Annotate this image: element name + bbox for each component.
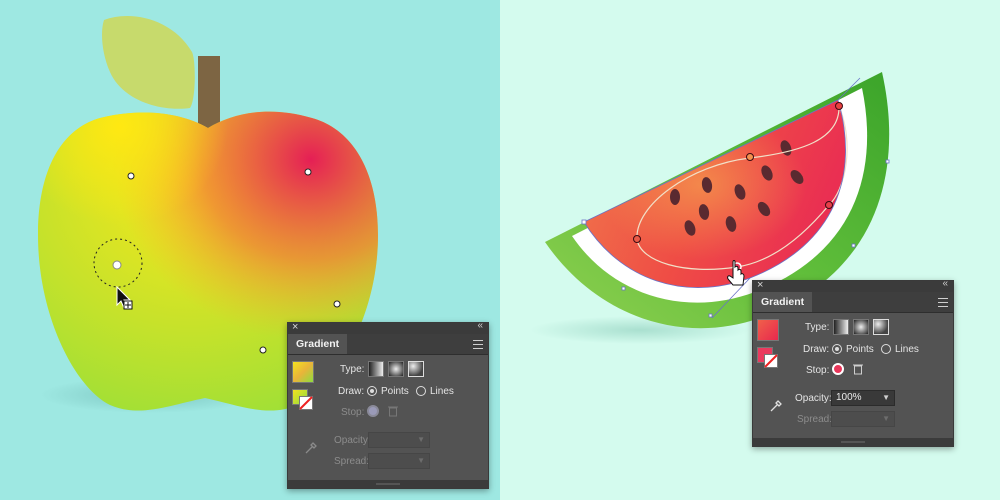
draw-points-radio[interactable]: [832, 344, 842, 354]
trash-icon[interactable]: [388, 405, 398, 417]
double-chevron-icon[interactable]: «: [477, 320, 483, 331]
draw-lines-radio[interactable]: [416, 386, 426, 396]
type-label: Type:: [340, 364, 365, 375]
chevron-down-icon: ▼: [417, 456, 425, 465]
spread-label: Spread:: [797, 414, 833, 425]
apple-stem[interactable]: [198, 56, 220, 134]
gradient-preview-swatch[interactable]: [757, 319, 779, 341]
apple-leaf[interactable]: [102, 15, 195, 109]
linear-gradient-icon[interactable]: [368, 361, 384, 377]
panel-menu-icon[interactable]: [473, 337, 483, 352]
opacity-dropdown[interactable]: ▼: [368, 432, 430, 448]
type-label: Type:: [805, 322, 830, 333]
panel-menu-icon[interactable]: [938, 295, 948, 310]
chevron-down-icon: ▼: [882, 393, 890, 402]
stop-label: Stop:: [806, 365, 830, 376]
close-icon[interactable]: ×: [292, 321, 298, 333]
draw-lines-radio[interactable]: [881, 344, 891, 354]
freeform-gradient-icon[interactable]: [408, 361, 424, 377]
opacity-dropdown[interactable]: 100% ▼: [831, 390, 895, 406]
gradient-point-selected[interactable]: [112, 260, 122, 270]
tab-gradient[interactable]: Gradient: [753, 292, 813, 312]
gradient-point[interactable]: [127, 172, 135, 180]
stop-label: Stop:: [341, 407, 365, 418]
none-stroke-icon[interactable]: [299, 396, 313, 410]
draw-points-label: Points: [381, 386, 409, 397]
gradient-point[interactable]: [825, 201, 833, 209]
gradient-panel-left: × « Gradient Type: Draw: Points Lines St…: [287, 320, 489, 489]
spread-dropdown[interactable]: ▼: [831, 411, 895, 427]
panel-topbar: × «: [753, 278, 953, 292]
draw-label: Draw:: [803, 344, 830, 355]
panel-bottombar: [288, 480, 488, 488]
spread-label: Spread:: [334, 456, 370, 467]
panel-topbar: × «: [288, 320, 488, 334]
trash-icon[interactable]: [853, 363, 863, 375]
draw-label: Draw:: [338, 386, 365, 397]
gradient-point[interactable]: [259, 346, 267, 354]
gradient-panel-right: × « Gradient Type: Draw: Points Lines St…: [752, 278, 954, 447]
panel-tab-row: Gradient: [753, 292, 953, 313]
linear-gradient-icon[interactable]: [833, 319, 849, 335]
gradient-point[interactable]: [333, 300, 341, 308]
opacity-label: Opacity:: [334, 435, 371, 446]
close-icon[interactable]: ×: [757, 279, 763, 291]
gradient-point[interactable]: [835, 102, 843, 110]
draw-points-label: Points: [846, 344, 874, 355]
chevron-down-icon: ▼: [882, 414, 890, 423]
eyedropper-icon[interactable]: [304, 441, 318, 455]
eyedropper-icon[interactable]: [769, 399, 783, 413]
gradient-point[interactable]: [746, 153, 754, 161]
double-chevron-icon[interactable]: «: [942, 278, 948, 289]
draw-lines-label: Lines: [895, 344, 919, 355]
chevron-down-icon: ▼: [417, 435, 425, 444]
panel-tab-row: Gradient: [288, 334, 488, 355]
draw-lines-label: Lines: [430, 386, 454, 397]
gradient-preview-swatch[interactable]: [292, 361, 314, 383]
gradient-point[interactable]: [304, 168, 312, 176]
stop-color-dot[interactable]: [832, 363, 844, 375]
tab-gradient[interactable]: Gradient: [288, 334, 348, 354]
freeform-gradient-icon[interactable]: [873, 319, 889, 335]
opacity-value: 100%: [836, 392, 862, 403]
stop-color-dot[interactable]: [367, 405, 379, 417]
watermelon-artwork-area: × « Gradient Type: Draw: Points Lines St…: [500, 0, 1000, 500]
apple-artwork-area: × « Gradient Type: Draw: Points Lines St…: [0, 0, 500, 500]
opacity-label: Opacity:: [795, 393, 832, 404]
draw-points-radio[interactable]: [367, 386, 377, 396]
gradient-point[interactable]: [633, 235, 641, 243]
panel-bottombar: [753, 438, 953, 446]
none-stroke-icon[interactable]: [764, 354, 778, 368]
radial-gradient-icon[interactable]: [388, 361, 404, 377]
radial-gradient-icon[interactable]: [853, 319, 869, 335]
spread-dropdown[interactable]: ▼: [368, 453, 430, 469]
